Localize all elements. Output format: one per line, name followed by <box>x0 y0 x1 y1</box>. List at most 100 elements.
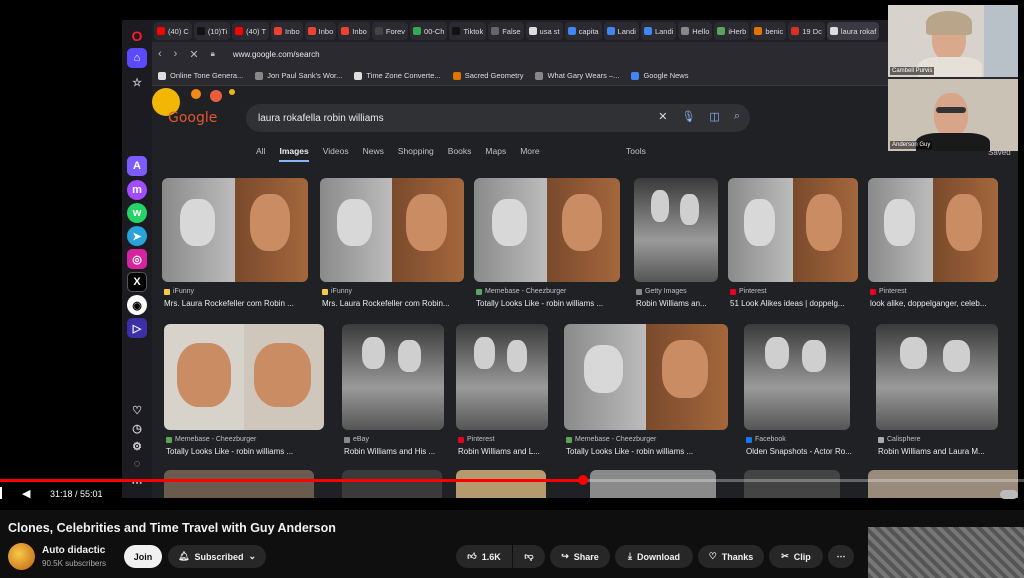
result-source[interactable]: Pinterest <box>870 288 907 295</box>
dislike-button[interactable]: 👎︎ <box>513 545 545 568</box>
bookmark-item[interactable]: What Gary Wears –... <box>535 71 619 80</box>
result-title[interactable]: Robin Williams and His ... <box>344 447 456 456</box>
browser-tab[interactable]: Inbo <box>338 22 370 40</box>
image-result[interactable]: eBay Robin Williams and His ... <box>342 324 444 462</box>
result-thumbnail[interactable] <box>342 324 444 430</box>
search-tab-all[interactable]: All <box>256 146 265 162</box>
result-source[interactable]: iFunny <box>322 288 352 295</box>
bookmark-item[interactable]: Online Tone Genera... <box>158 71 243 80</box>
result-thumbnail-partial[interactable] <box>868 470 1018 498</box>
result-source[interactable]: iFunny <box>164 288 194 295</box>
result-title[interactable]: Mrs. Laura Rockefeller com Robin... <box>322 299 476 308</box>
browser-tab[interactable]: usa st <box>525 22 563 40</box>
result-thumbnail[interactable] <box>320 178 464 282</box>
result-source[interactable]: Pinterest <box>730 288 767 295</box>
result-source[interactable]: Pinterest <box>458 436 495 443</box>
join-button[interactable]: Join <box>124 545 162 568</box>
result-title[interactable]: 51 Look Alikes ideas | doppelg... <box>730 299 870 308</box>
image-result[interactable]: Pinterest Robin Williams and L... <box>456 324 548 462</box>
result-thumbnail[interactable] <box>162 178 308 282</box>
result-source[interactable]: eBay <box>344 436 369 443</box>
more-icon[interactable]: ⋯ <box>127 472 147 492</box>
volume-icon[interactable]: ◀︎ <box>22 487 30 500</box>
search-tab-more[interactable]: More <box>520 146 539 162</box>
aria-icon[interactable]: A <box>127 156 147 176</box>
like-button[interactable]: 👍︎ 1.6K <box>456 545 512 568</box>
result-thumbnail[interactable] <box>164 324 324 430</box>
image-result[interactable]: Memebase - Cheezburger Totally Looks Like… <box>164 324 324 462</box>
video-player[interactable]: O ⌂ ☆ A m w ➤ ◎ X ◉ ▷ ♡ ◷ ⚙ ◌ ⋯ (40) C (1… <box>0 0 1024 510</box>
chatgpt-icon[interactable]: ◉ <box>127 295 147 315</box>
browser-tab[interactable]: Hello <box>678 22 713 40</box>
result-source[interactable]: Memebase - Cheezburger <box>476 288 566 295</box>
lightbulb-icon[interactable]: ◌ <box>127 454 147 474</box>
channel-avatar[interactable] <box>8 543 35 570</box>
bookmark-item[interactable]: Sacred Geometry <box>452 71 523 80</box>
tools-button[interactable]: Tools <box>626 146 646 156</box>
telegram-icon[interactable]: ➤ <box>127 226 147 246</box>
browser-tab[interactable]: (40) C <box>154 22 192 40</box>
result-thumbnail-partial[interactable] <box>456 470 546 498</box>
result-thumbnail[interactable] <box>868 178 998 282</box>
result-source[interactable]: Facebook <box>746 436 786 443</box>
search-query[interactable]: laura rokafella robin williams <box>258 113 384 124</box>
result-source[interactable]: Calisphere <box>878 436 920 443</box>
result-title[interactable]: Mrs. Laura Rockefeller com Robin ... <box>164 299 320 308</box>
search-icon[interactable]: ⌕ <box>734 110 740 123</box>
search-tab-images[interactable]: Images <box>279 146 309 162</box>
result-title[interactable]: Totally Looks Like - robin williams ... <box>566 447 740 456</box>
bookmark-item[interactable]: Google News <box>631 71 688 80</box>
recommended-thumbnail[interactable] <box>868 527 1024 578</box>
url-text[interactable]: www.google.com/search <box>233 50 320 59</box>
back-icon[interactable]: ‹ <box>158 48 162 60</box>
subscribed-button[interactable]: 🔔︎ Subscribed ⌄ <box>168 545 266 568</box>
browser-tab[interactable]: laura rokaf <box>826 22 880 40</box>
bookmark-item[interactable]: Time Zone Converte... <box>354 71 441 80</box>
result-thumbnail-partial[interactable] <box>164 470 314 498</box>
x-icon[interactable]: X <box>127 272 147 292</box>
bookmark-item[interactable]: Jon Paul Sank's Wor... <box>255 71 342 80</box>
result-source[interactable]: Memebase - Cheezburger <box>566 436 656 443</box>
browser-tab[interactable]: 00-Ch <box>410 22 448 40</box>
image-result[interactable]: Getty Images Robin Williams an... <box>634 178 718 314</box>
forward-icon[interactable]: › <box>174 48 178 60</box>
browser-tab[interactable]: benic <box>751 22 787 40</box>
play-pause-icon[interactable] <box>0 487 6 499</box>
settings-icon[interactable]: ⚙ <box>127 436 147 456</box>
result-thumbnail-partial[interactable] <box>590 470 716 498</box>
heart-icon[interactable]: ♡ <box>127 400 147 420</box>
browser-tab[interactable]: (10)Ti <box>193 22 231 40</box>
mic-icon[interactable]: 🎙︎ <box>681 110 695 123</box>
browser-tab[interactable]: Landi <box>603 22 639 40</box>
clip-button[interactable]: ✂ Clip <box>769 545 823 568</box>
browser-tab[interactable]: False <box>488 22 524 40</box>
search-tab-maps[interactable]: Maps <box>485 146 506 162</box>
result-thumbnail[interactable] <box>744 324 850 430</box>
result-source[interactable]: Getty Images <box>636 288 687 295</box>
image-result[interactable]: Pinterest 51 Look Alikes ideas | doppelg.… <box>728 178 858 314</box>
lens-icon[interactable]: ◫ <box>709 110 719 123</box>
image-result[interactable]: Pinterest look alike, doppelganger, celeb… <box>868 178 998 314</box>
result-thumbnail[interactable] <box>456 324 548 430</box>
search-tab-shopping[interactable]: Shopping <box>398 146 434 162</box>
google-doodle[interactable]: Google <box>152 88 242 128</box>
search-tab-videos[interactable]: Videos <box>323 146 349 162</box>
result-thumbnail[interactable] <box>876 324 998 430</box>
whatsapp-icon[interactable]: w <box>127 203 147 223</box>
player-icon[interactable]: ▷ <box>127 318 147 338</box>
browser-tab[interactable]: Forev <box>371 22 409 40</box>
result-thumbnail-partial[interactable] <box>744 470 840 498</box>
progress-scrubber[interactable] <box>577 475 588 485</box>
result-source[interactable]: Memebase - Cheezburger <box>166 436 256 443</box>
thanks-button[interactable]: ♡ Thanks <box>698 545 764 568</box>
browser-tab[interactable]: capita <box>564 22 602 40</box>
result-title[interactable]: Robin Williams and L... <box>458 447 560 456</box>
share-button[interactable]: ↪ Share <box>550 545 610 568</box>
opera-logo-icon[interactable]: O <box>127 26 147 46</box>
clear-icon[interactable]: ✕ <box>658 110 667 123</box>
search-input[interactable]: laura rokafella robin williams ✕ 🎙︎ ◫ ⌕ <box>246 104 750 132</box>
search-tab-books[interactable]: Books <box>448 146 472 162</box>
star-icon[interactable]: ☆ <box>127 72 147 92</box>
result-title[interactable]: look alike, doppelganger, celeb... <box>870 299 1010 308</box>
image-result[interactable]: iFunny Mrs. Laura Rockefeller com Robin..… <box>320 178 464 314</box>
